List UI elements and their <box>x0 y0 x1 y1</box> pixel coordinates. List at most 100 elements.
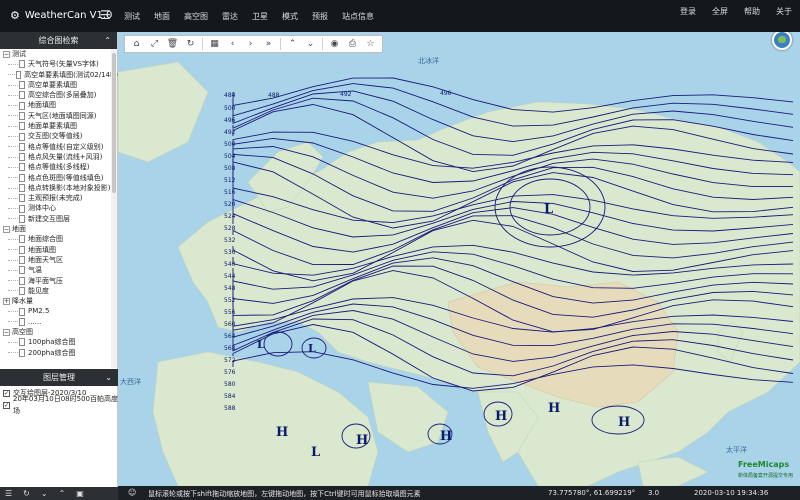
tree-folder[interactable]: − 地面 <box>0 224 118 234</box>
product-tree: − 测试 天气符号(矢量VS字体) 高空单要素填图(测试02/14H) 高空单要素填图高… <box>0 49 118 368</box>
high-center-marker: H <box>548 401 560 416</box>
watermark-logo: FreeMicaps <box>738 460 790 469</box>
next-icon[interactable]: › <box>242 37 259 51</box>
tree-item[interactable]: 交互图(交等值线) <box>0 131 118 141</box>
layers-panel-title: 图层管理 <box>43 373 75 382</box>
print-icon[interactable]: ⎙ <box>344 37 361 51</box>
tree-item[interactable]: 格点等值线(自定义级别) <box>0 142 118 152</box>
tree-folder[interactable]: − 高空图 <box>0 327 118 337</box>
tree-item[interactable]: 地面填图 <box>0 100 118 110</box>
collapse-icon[interactable]: ⌃ <box>59 489 66 498</box>
watermark-subtitle: 新体局备案开源提交专用 <box>738 473 794 479</box>
delete-icon[interactable]: 🗑 <box>164 37 181 51</box>
tree-item[interactable]: 高空综合图(多层叠加) <box>0 90 118 100</box>
tree-folder[interactable]: + 降水量 <box>0 296 118 306</box>
chevron-down-icon[interactable]: ⌄ <box>105 369 112 386</box>
expand-icon[interactable]: ⌄ <box>41 489 48 498</box>
tree-item[interactable]: 海平面气压 <box>0 276 118 286</box>
contour-value-label: 484 <box>224 92 236 99</box>
tree-scrollbar[interactable] <box>111 49 117 368</box>
refresh-icon[interactable]: ↻ <box>182 37 199 51</box>
search-panel-header[interactable]: 综合图检索 ⌃ <box>0 32 117 49</box>
tree-item[interactable]: 天气符号(矢量VS字体) <box>0 59 118 69</box>
tree-connector <box>8 218 18 220</box>
layer-checkbox[interactable]: ✓ <box>3 401 10 409</box>
tree-item[interactable]: 格点等值线(多线程) <box>0 162 118 172</box>
nav-item-station-info[interactable]: 站点信息 <box>342 11 374 22</box>
layer-checkbox[interactable]: ✓ <box>3 389 10 397</box>
expand-toggle-icon[interactable]: + <box>3 297 10 305</box>
grid-icon[interactable]: ▦ <box>206 37 223 51</box>
login-link[interactable]: 登录 <box>680 6 696 17</box>
top-bar: ⚙ WeatherCan V1.0 ☰ 测试 地面 高空图 雷达 卫星 模式 预… <box>0 0 800 32</box>
star-icon[interactable]: ☆ <box>362 37 379 51</box>
tree-item[interactable]: 气温 <box>0 265 118 275</box>
tree-item[interactable]: 100pha综合图 <box>0 337 118 347</box>
tree-item[interactable]: 地面天气区 <box>0 255 118 265</box>
tree-item[interactable]: 地面填图 <box>0 245 118 255</box>
chevron-up-icon[interactable]: ⌃ <box>104 32 111 49</box>
document-icon <box>19 173 25 182</box>
collapse-toggle-icon[interactable]: − <box>3 328 10 336</box>
nav-item-test[interactable]: 测试 <box>124 11 140 22</box>
contour-value-label: 496 <box>440 90 452 97</box>
app-brand[interactable]: ⚙ WeatherCan V1.0 <box>10 9 112 22</box>
tree-folder[interactable]: − 测试 <box>0 49 118 59</box>
tree-connector <box>8 197 18 199</box>
contour-value-label: 516 <box>224 189 236 196</box>
nav-item-upper-air[interactable]: 高空图 <box>184 11 208 22</box>
tree-item[interactable]: 格点风矢量(流线+风羽) <box>0 152 118 162</box>
tree-item[interactable]: 格点转换影(本地对象投影) <box>0 183 118 193</box>
tree-item[interactable]: PM2.5 <box>0 306 118 316</box>
help-link[interactable]: 帮助 <box>744 6 760 17</box>
tree-item[interactable]: 主观预报(未完成) <box>0 193 118 203</box>
tree-item[interactable]: 能见度 <box>0 286 118 296</box>
menu-icon[interactable]: ☰ <box>5 489 12 498</box>
tree-item[interactable]: 天气区(地面填图同源) <box>0 111 118 121</box>
layer-item[interactable]: ✓ 20年03月10日08时500百帕高度场 <box>0 395 118 415</box>
map-canvas[interactable]: 北冰洋 大西洋 太平洋 H H H H H H L L L L 484 488 49… <box>118 32 800 486</box>
tree-item[interactable]: 高空单要素填图(测试02/14H) <box>0 70 118 80</box>
refresh-icon[interactable]: ↻ <box>23 489 30 498</box>
layers-panel-header[interactable]: 图层管理 ⌄ <box>0 369 118 386</box>
tree-item[interactable]: ...... <box>0 317 118 327</box>
nav-item-forecast[interactable]: 预报 <box>312 11 328 22</box>
fullscreen-link[interactable]: 全屏 <box>712 6 728 17</box>
collapse-toggle-icon[interactable]: − <box>3 50 10 58</box>
scrollbar-thumb[interactable] <box>112 53 116 193</box>
nav-item-radar[interactable]: 雷达 <box>222 11 238 22</box>
down-icon[interactable]: ⌄ <box>302 37 319 51</box>
tree-item[interactable]: 测体中心 <box>0 203 118 213</box>
tree-item[interactable]: 地面单要素填图 <box>0 121 118 131</box>
tree-item[interactable]: 新建交互图层 <box>0 214 118 224</box>
tree-connector <box>8 341 18 343</box>
tree-item[interactable]: 200pha综合图 <box>0 348 118 358</box>
collapse-toggle-icon[interactable]: − <box>3 225 10 233</box>
tree-item[interactable]: 高空单要素填图 <box>0 80 118 90</box>
camera-icon[interactable]: ◉ <box>326 37 343 51</box>
nav-right: 登录 全屏 帮助 关于 <box>680 6 792 17</box>
lock-icon[interactable]: ▣ <box>76 489 84 498</box>
up-icon[interactable]: ⌃ <box>284 37 301 51</box>
last-icon[interactable]: » <box>260 37 277 51</box>
document-icon <box>19 214 25 223</box>
contour-value-label: 532 <box>224 237 236 244</box>
tree-item[interactable]: 地面综合图 <box>0 234 118 244</box>
fullscreen-icon[interactable]: ⤢ <box>146 37 163 51</box>
hamburger-menu-icon[interactable]: ☰ <box>100 8 111 22</box>
document-icon <box>19 204 25 213</box>
tree-item[interactable]: 格点色斑图(等值线填色) <box>0 173 118 183</box>
nav-item-satellite[interactable]: 卫星 <box>252 11 268 22</box>
contour-value-label: 548 <box>224 285 236 292</box>
about-link[interactable]: 关于 <box>776 6 792 17</box>
document-icon <box>19 235 25 244</box>
prev-icon[interactable]: ‹ <box>224 37 241 51</box>
tree-label: 地面填图 <box>28 101 56 110</box>
contour-value-label: 488 <box>268 92 280 99</box>
home-icon[interactable]: ⌂ <box>128 37 145 51</box>
nav-item-surface[interactable]: 地面 <box>154 11 170 22</box>
zoom-level: 3.0 <box>648 489 660 497</box>
high-center-marker: H <box>618 415 630 430</box>
tree-label: PM2.5 <box>28 307 50 316</box>
nav-item-model[interactable]: 模式 <box>282 11 298 22</box>
